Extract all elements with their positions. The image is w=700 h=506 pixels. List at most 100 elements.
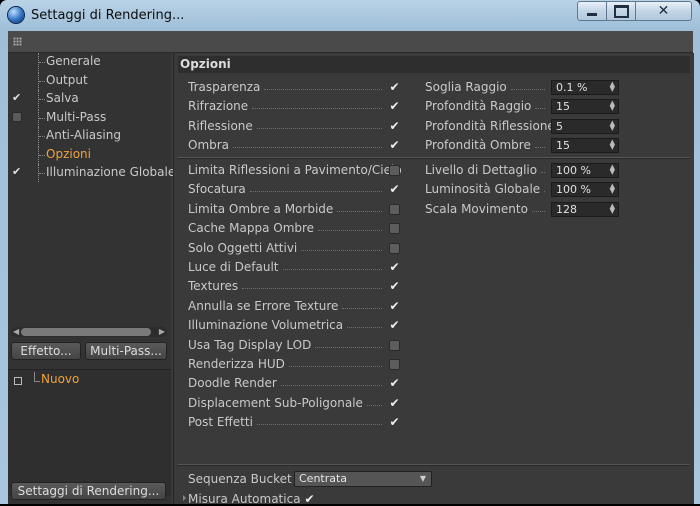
check-icon[interactable]: ✔ xyxy=(389,183,400,195)
check-icon[interactable]: ✔ xyxy=(389,261,400,273)
option-row[interactable]: Textures ✔ xyxy=(188,278,400,296)
option-row[interactable]: Post Effetti ✔ xyxy=(188,414,400,432)
render-setting-nuovo[interactable]: Nuovo xyxy=(41,372,79,386)
option-row[interactable]: Illuminazione Volumetrica ✔ xyxy=(188,317,400,335)
check-icon[interactable]: ✔ xyxy=(389,120,400,132)
unchecked-box-icon[interactable] xyxy=(389,339,400,351)
option-row[interactable]: Doodle Render ✔ xyxy=(188,375,400,393)
field-value: 0.1 % xyxy=(556,81,588,94)
unchecked-box-icon[interactable] xyxy=(389,165,400,176)
close-icon: ✕ xyxy=(657,3,670,19)
field-label: Soglia Raggio xyxy=(425,80,507,94)
sequenza-bucket-dropdown[interactable]: Centrata ▼ xyxy=(294,471,432,487)
tree-horizontal-scrollbar[interactable]: ◀ ▶ xyxy=(11,327,167,337)
option-row[interactable]: Annulla se Errore Texture ✔ xyxy=(188,298,400,316)
option-row[interactable]: Displacement Sub-Poligonale ✔ xyxy=(188,395,400,413)
option-row[interactable]: Rifrazione ✔ xyxy=(188,98,400,116)
value-field[interactable]: 0.1 % ▲ ▼ xyxy=(551,80,619,95)
tree-item[interactable]: Output xyxy=(8,71,171,90)
tree-item-label: Anti-Aliasing xyxy=(46,128,121,142)
option-row[interactable]: Usa Tag Display LOD xyxy=(188,337,400,355)
check-icon[interactable]: ✔ xyxy=(12,92,22,103)
tree-item[interactable]: Multi-Pass xyxy=(8,108,171,127)
chevron-down-icon: ▼ xyxy=(419,474,426,483)
option-row[interactable]: Sfocatura ✔ xyxy=(188,181,400,199)
field-value: 15 xyxy=(556,138,570,152)
option-row[interactable]: Trasparenza ✔ xyxy=(188,79,400,97)
tree-item-label: Generale xyxy=(46,54,101,68)
value-field[interactable]: 15 ▲ ▼ xyxy=(551,137,619,153)
value-field[interactable]: 100 % ▲ ▼ xyxy=(551,182,619,198)
tree-item[interactable]: Opzioni xyxy=(8,145,171,164)
spinner-icon[interactable]: ▲ ▼ xyxy=(610,138,615,150)
spinner-icon[interactable]: ▲ ▼ xyxy=(610,100,615,112)
check-icon[interactable]: ✔ xyxy=(389,300,400,312)
scroll-left-icon[interactable]: ◀ xyxy=(13,327,19,337)
option-row[interactable]: Limita Ombre a Morbide xyxy=(188,201,400,219)
field-label: Scala Movimento xyxy=(425,201,528,216)
leader-dots xyxy=(367,404,382,406)
title-bar[interactable]: Settaggi di Rendering... ✕ xyxy=(0,0,700,30)
option-row[interactable]: Limita Riflessioni a Pavimento/Cielo xyxy=(188,162,402,180)
tree-item[interactable]: Anti-Aliasing xyxy=(8,127,171,145)
maximize-icon xyxy=(613,4,629,18)
check-icon[interactable]: ✔ xyxy=(389,81,400,93)
minimize-button[interactable] xyxy=(577,1,607,21)
tree-item[interactable]: ✔ Illuminazione Globale xyxy=(8,164,175,182)
field-row: Profondità Riflessione 5 ▲ ▼ xyxy=(425,118,619,136)
check-icon[interactable]: ✔ xyxy=(389,280,400,292)
check-icon[interactable]: ✔ xyxy=(12,166,22,177)
check-icon[interactable]: ✔ xyxy=(389,319,400,331)
option-row[interactable]: Renderizza HUD xyxy=(188,356,400,374)
check-icon[interactable]: ✔ xyxy=(389,139,400,151)
render-settings-list: Nuovo xyxy=(8,369,171,496)
render-settings-window: Settaggi di Rendering... ✕ Generale Outpu… xyxy=(0,0,700,506)
unchecked-box-icon[interactable] xyxy=(389,223,400,235)
option-row[interactable]: Ombra ✔ xyxy=(188,137,400,155)
leader-dots xyxy=(535,146,545,148)
unchecked-box-icon[interactable] xyxy=(389,203,400,215)
spinner-icon[interactable]: ▲ ▼ xyxy=(610,119,615,131)
leader-dots xyxy=(257,424,382,426)
unchecked-box-icon[interactable] xyxy=(389,242,400,254)
option-row[interactable]: Luce di Default ✔ xyxy=(188,259,400,277)
multipass-button[interactable]: Multi-Pass... xyxy=(85,342,167,360)
tree-item[interactable]: Generale xyxy=(8,53,171,71)
value-field[interactable]: 128 ▲ ▼ xyxy=(551,201,619,217)
close-button[interactable]: ✕ xyxy=(635,1,692,21)
menu-grip-icon[interactable] xyxy=(13,37,22,46)
tree-item[interactable]: ✔ Salva xyxy=(8,90,171,108)
leader-dots xyxy=(289,366,382,367)
spinner-icon[interactable]: ▲ ▼ xyxy=(610,183,615,195)
option-label: Riflessione xyxy=(188,118,253,133)
spinner-icon[interactable]: ▲ ▼ xyxy=(610,202,615,214)
option-label: Trasparenza xyxy=(188,80,261,94)
unchecked-box-icon[interactable] xyxy=(389,359,400,370)
check-icon[interactable]: ✔ xyxy=(389,100,400,112)
leader-dots xyxy=(318,230,382,232)
option-row[interactable]: Solo Oggetti Attivi xyxy=(188,240,400,258)
value-field[interactable]: 5 ▲ ▼ xyxy=(551,118,619,134)
expand-icon[interactable] xyxy=(14,377,22,385)
check-icon[interactable]: ✔ xyxy=(389,377,400,389)
spinner-icon[interactable]: ▲ ▼ xyxy=(610,164,615,176)
scroll-right-icon[interactable]: ▶ xyxy=(159,327,165,337)
value-field[interactable]: 100 % ▲ ▼ xyxy=(551,163,619,178)
settaggi-di-rendering-button[interactable]: Settaggi di Rendering... xyxy=(11,482,166,500)
value-field[interactable]: 15 ▲ ▼ xyxy=(551,99,619,115)
expand-arrow-icon[interactable] xyxy=(183,495,186,501)
option-label: Limita Ombre a Morbide xyxy=(188,201,334,216)
check-icon[interactable]: ✔ xyxy=(389,397,400,409)
option-row[interactable]: Cache Mappa Ombre xyxy=(188,220,400,238)
tree-line xyxy=(39,136,45,137)
option-row[interactable]: Riflessione ✔ xyxy=(188,118,400,136)
spinner-icon[interactable]: ▲ ▼ xyxy=(610,81,615,93)
maximize-button[interactable] xyxy=(606,1,636,21)
field-label: Livello di Dettaglio xyxy=(425,163,538,177)
check-icon[interactable]: ✔ xyxy=(389,416,400,428)
effetto-button[interactable]: Effetto... xyxy=(11,342,81,360)
scrollbar-thumb[interactable] xyxy=(21,328,151,336)
option-label: Ombra xyxy=(188,137,230,152)
unchecked-box-icon[interactable] xyxy=(12,111,22,122)
field-row: Profondità Raggio 15 ▲ ▼ xyxy=(425,98,619,116)
